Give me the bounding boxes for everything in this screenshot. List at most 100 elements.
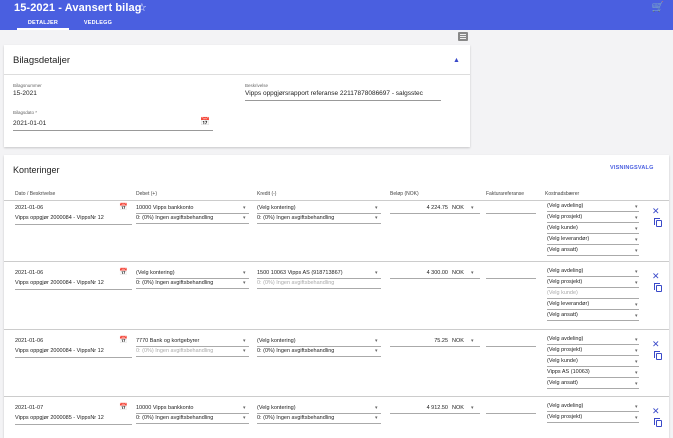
beskrivelse-field[interactable]: Vipps oppgjør 2000084 - VippsNr 12 [15,348,132,354]
debet-select[interactable]: 7770 Bank og kortgebyrer [136,338,241,344]
dropdown-arrow-icon[interactable]: ▾ [635,269,638,275]
beskrivelse-field[interactable]: Vipps oppgjør 2000084 - VippsNr 12 [15,215,132,221]
kostnadsbaerer-select[interactable]: (Velg kunde) [547,225,635,231]
kostnadsbaerer-select[interactable]: (Velg avdeling) [547,203,635,209]
star-icon[interactable]: ☆ [137,1,147,14]
bilagsdato-field[interactable]: 2021-01-01 [13,120,46,127]
dropdown-arrow-icon[interactable]: ▾ [471,405,474,411]
kostnadsbaerer-select[interactable]: (Velg ansatt) [547,380,635,386]
beskrivelse-field[interactable]: Vipps oppgjør 2000085 - VippsNr 12 [15,415,132,421]
valuta-select[interactable]: NOK [452,205,464,211]
dropdown-arrow-icon[interactable]: ▾ [635,337,638,343]
cart-icon[interactable]: 🛒 [652,2,664,13]
debet-select[interactable]: 10000 Vipps bankkonto [136,405,241,411]
kredit-select[interactable]: (Velg kontering) [257,405,375,411]
kredit-mva-select[interactable]: 0: (0%) Ingen avgiftsbehandling [257,280,375,286]
dropdown-arrow-icon[interactable]: ▾ [635,348,638,354]
calendar-icon[interactable]: 📅 [119,203,128,211]
dropdown-arrow-icon[interactable]: ▾ [243,405,246,411]
dropdown-arrow-icon[interactable]: ▾ [635,248,638,254]
dropdown-arrow-icon[interactable]: ▾ [375,405,378,411]
kostnadsbaerer-select[interactable]: (Velg prosjekt) [547,414,635,420]
belop-field[interactable]: 75.25 [390,338,448,344]
calendar-icon[interactable]: 📅 [119,268,128,276]
debet-select[interactable]: (Velg kontering) [136,270,241,276]
dropdown-arrow-icon[interactable]: ▾ [635,226,638,232]
dropdown-arrow-icon[interactable]: ▾ [375,415,378,421]
kostnadsbaerer-select[interactable]: (Velg ansatt) [547,312,635,318]
valuta-select[interactable]: NOK [452,270,464,276]
dropdown-arrow-icon[interactable]: ▾ [243,205,246,211]
beskrivelse-field[interactable]: Vipps oppgjørsrapport referanse 22117878… [245,90,441,97]
debet-mva-select[interactable]: 0: (0%) Ingen avgiftsbehandling [136,348,244,354]
dropdown-arrow-icon[interactable]: ▾ [635,302,638,308]
kostnadsbaerer-select[interactable]: (Velg avdeling) [547,336,635,342]
kostnadsbaerer-select[interactable]: (Velg kunde) [547,358,635,364]
dato-field[interactable]: 2021-01-06 [15,270,43,276]
kredit-mva-select[interactable]: 0: (0%) Ingen avgiftsbehandling [257,215,375,221]
dropdown-arrow-icon[interactable]: ▾ [243,270,246,276]
dropdown-arrow-icon[interactable]: ▾ [635,313,638,319]
dropdown-arrow-icon[interactable]: ▾ [375,338,378,344]
valuta-select[interactable]: NOK [452,338,464,344]
calendar-icon[interactable]: 📅 [200,117,210,126]
dropdown-arrow-icon[interactable]: ▾ [243,215,246,221]
debet-mva-select[interactable]: 0: (0%) Ingen avgiftsbehandling [136,280,244,286]
dropdown-arrow-icon[interactable]: ▾ [375,215,378,221]
dropdown-arrow-icon[interactable]: ▾ [375,270,378,276]
dropdown-arrow-icon[interactable]: ▾ [471,338,474,344]
beskrivelse-field[interactable]: Vipps oppgjør 2000084 - VippsNr 12 [15,280,132,286]
dropdown-arrow-icon[interactable]: ▾ [375,205,378,211]
close-icon[interactable]: ✕ [652,339,660,350]
tab-vedlegg[interactable]: VEDLEGG [79,18,117,30]
dropdown-arrow-icon[interactable]: ▾ [635,415,638,421]
dropdown-arrow-icon[interactable]: ▾ [243,338,246,344]
kredit-select[interactable]: 1500 10063 Vipps AS (918713867) [257,270,375,276]
kredit-mva-select[interactable]: 0: (0%) Ingen avgiftsbehandling [257,415,375,421]
kostnadsbaerer-select[interactable]: Vipps AS (10063) [547,369,635,375]
dropdown-arrow-icon[interactable]: ▾ [635,204,638,210]
calendar-icon[interactable]: 📅 [119,336,128,344]
kostnadsbaerer-select[interactable]: (Velg ansatt) [547,247,635,253]
close-icon[interactable]: ✕ [652,271,660,282]
belop-field[interactable]: 4 912.50 [390,405,448,411]
close-icon[interactable]: ✕ [652,206,660,217]
dropdown-arrow-icon[interactable]: ▾ [471,270,474,276]
debet-mva-select[interactable]: 0: (0%) Ingen avgiftsbehandling [136,215,244,221]
valuta-select[interactable]: NOK [452,405,464,411]
kostnadsbaerer-select[interactable]: (Velg avdeling) [547,268,635,274]
dropdown-arrow-icon[interactable]: ▾ [471,205,474,211]
kredit-mva-select[interactable]: 0: (0%) Ingen avgiftsbehandling [257,348,375,354]
copy-icon[interactable] [654,218,662,227]
dato-field[interactable]: 2021-01-07 [15,405,43,411]
dropdown-arrow-icon[interactable]: ▾ [243,280,246,286]
belop-field[interactable]: 4 224.75 [390,205,448,211]
copy-icon[interactable] [654,351,662,360]
close-icon[interactable]: ✕ [652,406,660,417]
chevron-up-icon[interactable]: ▲ [453,57,460,64]
dato-field[interactable]: 2021-01-06 [15,205,43,211]
dropdown-arrow-icon[interactable]: ▾ [243,348,246,354]
dropdown-arrow-icon[interactable]: ▾ [635,280,638,286]
kredit-select[interactable]: (Velg kontering) [257,338,375,344]
dropdown-arrow-icon[interactable]: ▾ [635,359,638,365]
calendar-icon[interactable]: 📅 [119,403,128,411]
visningsvalg-button[interactable]: VISNINGSVALG [610,165,654,171]
copy-icon[interactable] [654,418,662,427]
dropdown-arrow-icon[interactable]: ▾ [375,348,378,354]
debet-select[interactable]: 10000 Vipps bankkonto [136,205,241,211]
dropdown-arrow-icon[interactable]: ▾ [635,215,638,221]
dropdown-arrow-icon[interactable]: ▾ [635,237,638,243]
kostnadsbaerer-select[interactable]: (Velg prosjekt) [547,279,635,285]
kostnadsbaerer-select[interactable]: (Velg kunde) [547,290,635,296]
kostnadsbaerer-select[interactable]: (Velg avdeling) [547,403,635,409]
debet-mva-select[interactable]: 0: (0%) Ingen avgiftsbehandling [136,415,244,421]
kostnadsbaerer-select[interactable]: (Velg prosjekt) [547,347,635,353]
belop-field[interactable]: 4 300.00 [390,270,448,276]
note-icon[interactable] [458,32,468,41]
dropdown-arrow-icon[interactable]: ▾ [635,370,638,376]
dropdown-arrow-icon[interactable]: ▾ [635,381,638,387]
kostnadsbaerer-select[interactable]: (Velg leverandør) [547,301,635,307]
kostnadsbaerer-select[interactable]: (Velg leverandør) [547,236,635,242]
tab-detaljer[interactable]: DETALJER [17,18,69,30]
